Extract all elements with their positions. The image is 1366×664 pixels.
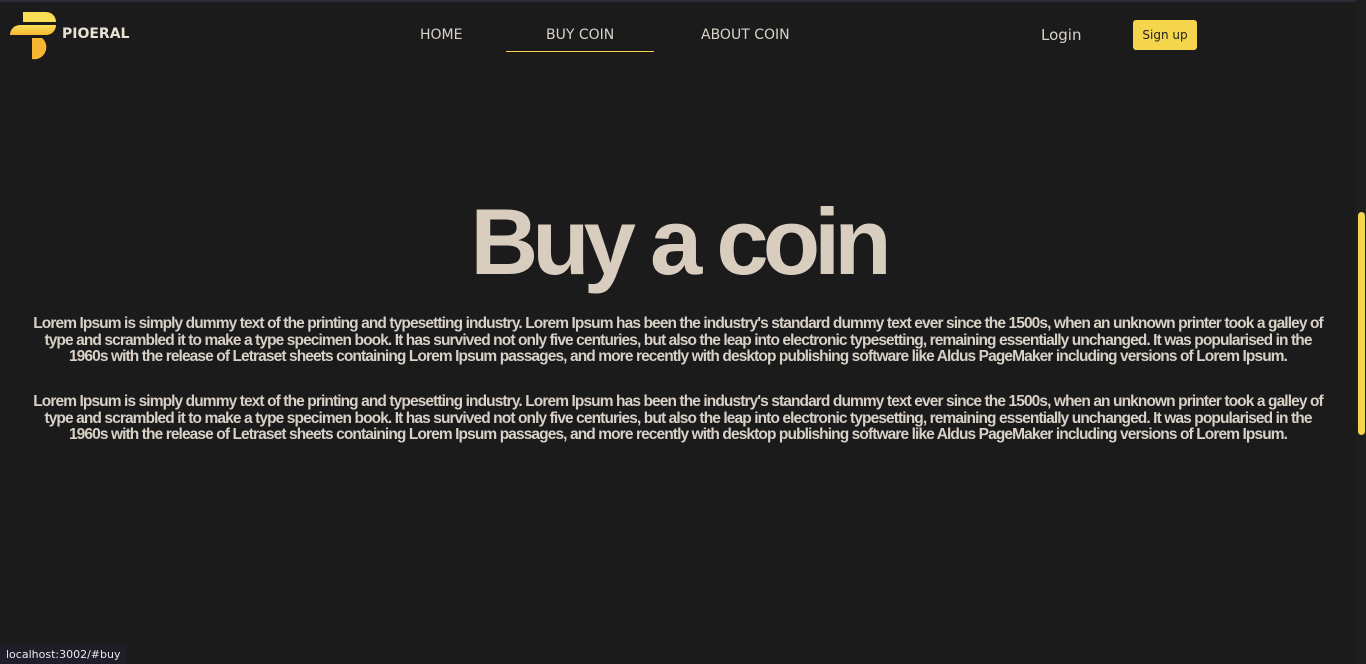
- hero-paragraph: Lorem Ipsum is simply dummy text of the …: [33, 393, 1323, 443]
- window-border: [0, 0, 1366, 2]
- login-link[interactable]: Login: [1041, 26, 1081, 44]
- logo-icon: [10, 12, 56, 60]
- nav-home[interactable]: HOME: [420, 27, 462, 43]
- signup-button[interactable]: Sign up: [1133, 20, 1197, 50]
- scrollbar[interactable]: [1356, 0, 1366, 664]
- nav-buy-coin[interactable]: BUY COIN: [506, 27, 655, 52]
- scrollbar-thumb[interactable]: [1358, 212, 1365, 435]
- hero-paragraph: Lorem Ipsum is simply dummy text of the …: [33, 315, 1323, 365]
- nav-about-coin[interactable]: ABOUT COIN: [701, 27, 790, 43]
- status-url: localhost:3002/#buy: [0, 645, 127, 664]
- brand-logo[interactable]: PIOERAL: [8, 12, 129, 60]
- brand-name: PIOERAL: [62, 26, 130, 42]
- page-title: Buy a coin: [470, 189, 891, 294]
